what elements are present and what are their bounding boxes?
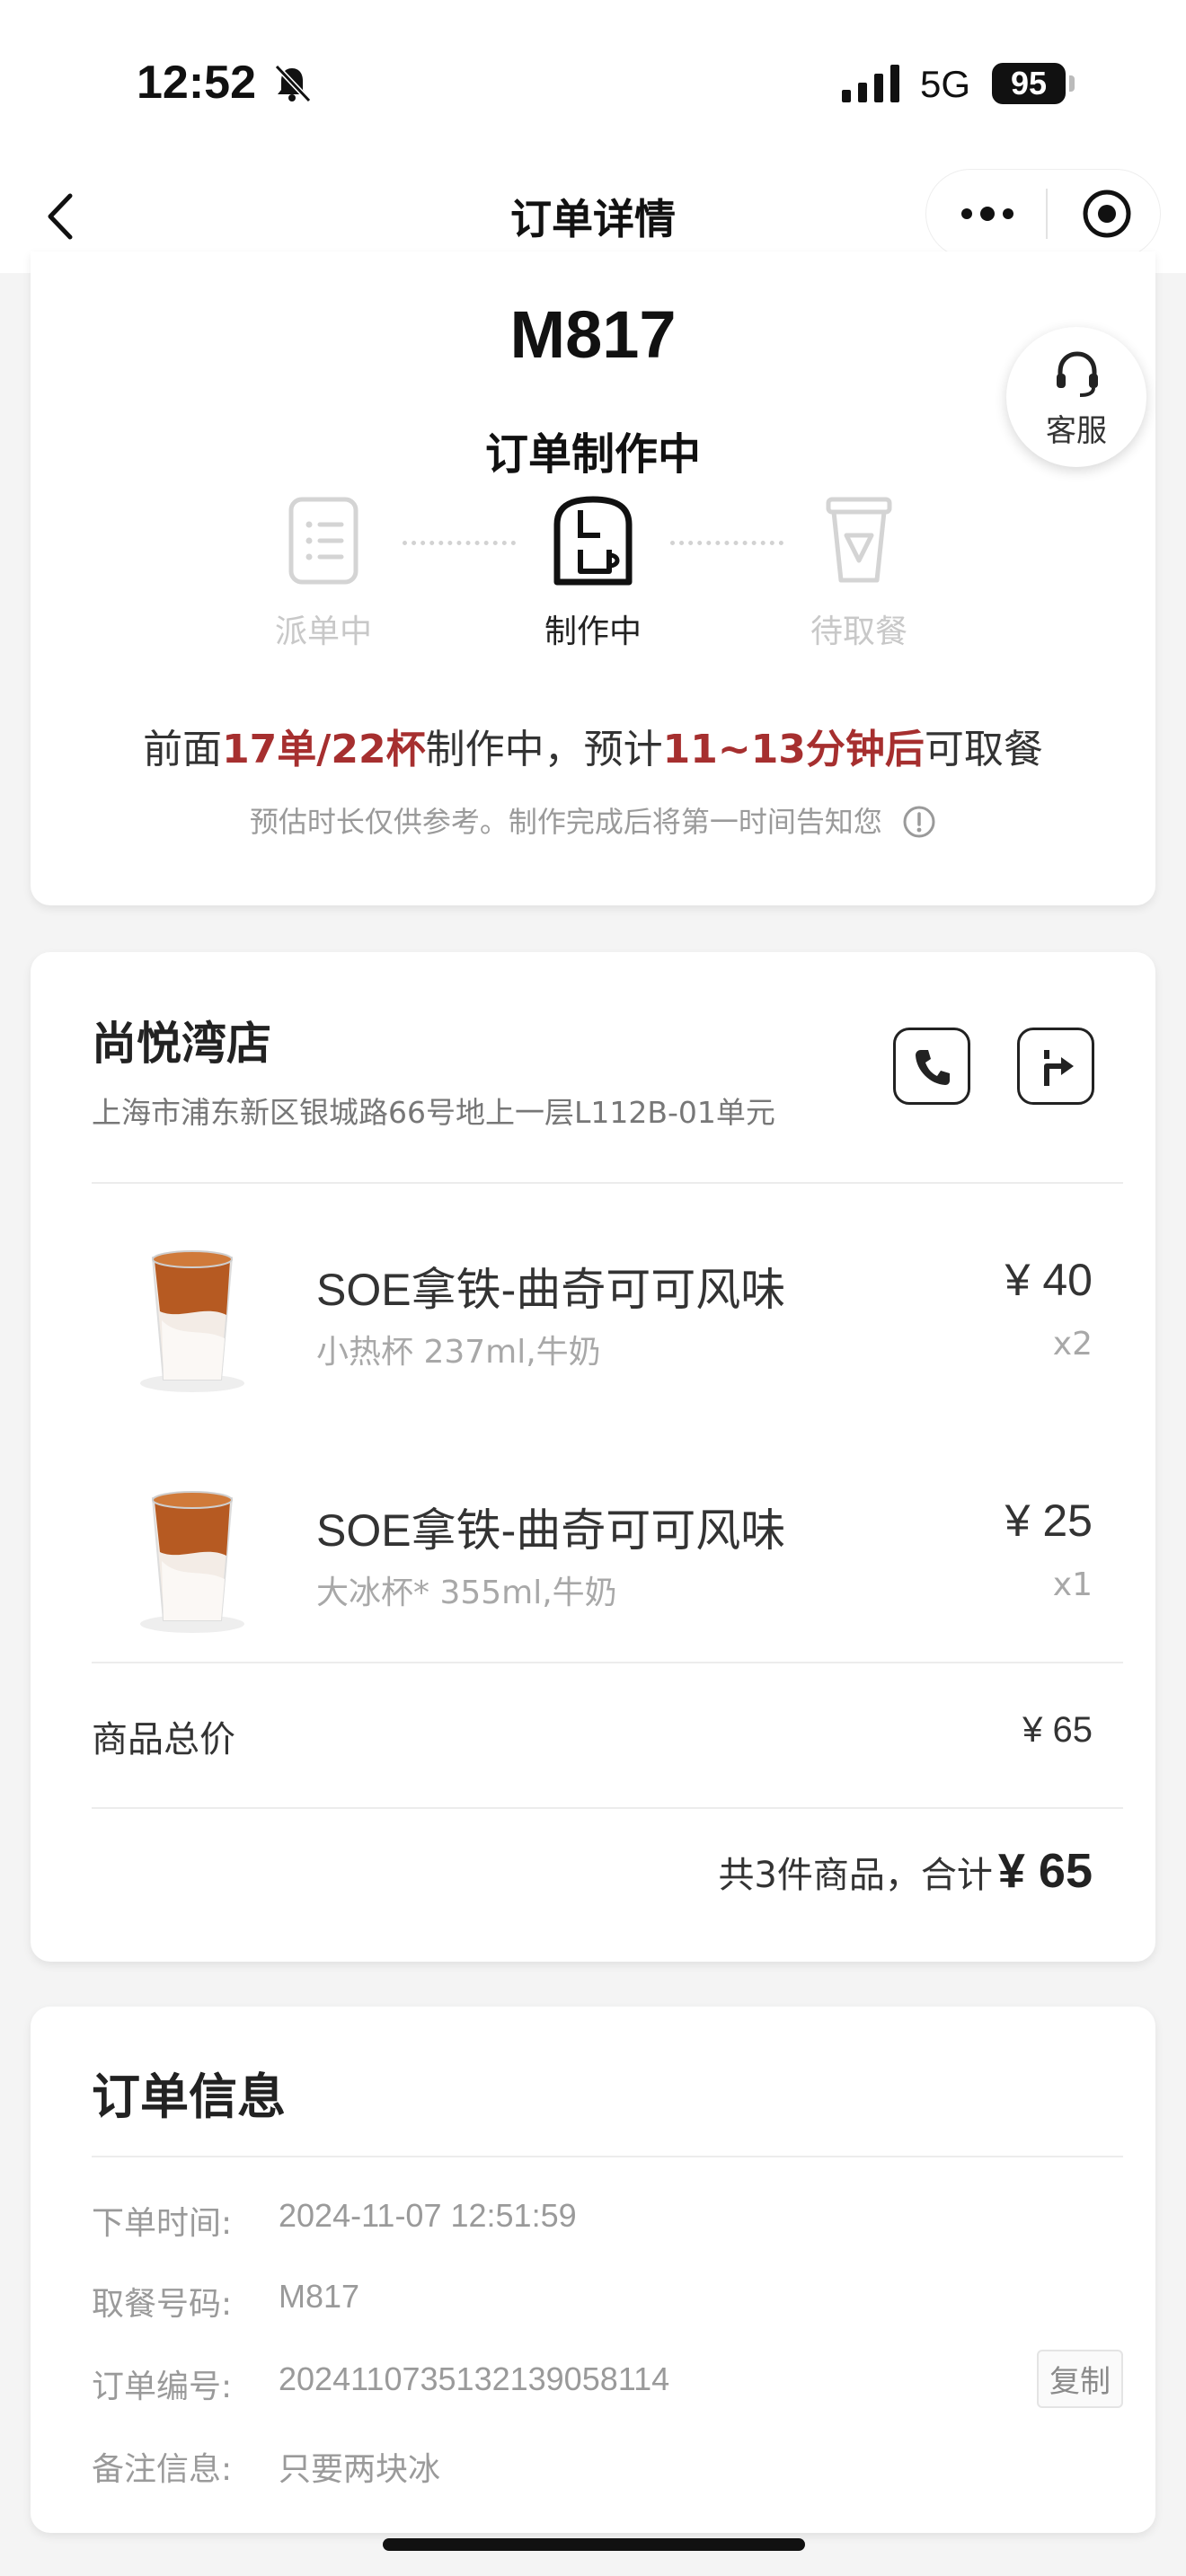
step-dispatching: 派单中 xyxy=(252,494,395,652)
order-time-row: 下单时间: 2024-11-07 12:51:59 xyxy=(92,2197,1123,2251)
item-qty: x2 xyxy=(1052,1326,1093,1363)
eta-queue: 17单/22杯 xyxy=(222,727,426,772)
step-connector xyxy=(670,541,783,545)
info-label: 下单时间: xyxy=(92,2205,233,2242)
order-info-card: 订单信息 下单时间: 2024-11-07 12:51:59 取餐号码: M81… xyxy=(31,2007,1155,2533)
store-address: 上海市浦东新区银城路66号地上一层L112B-01单元 xyxy=(92,1095,775,1130)
pickup-code: M817 xyxy=(509,297,677,372)
total-amount: ¥ 65 xyxy=(997,1844,1093,1898)
list-item[interactable]: SOE拿铁-曲奇可可风味 小热杯 237ml,牛奶 ¥ 40 x2 xyxy=(31,1222,1155,1419)
phone-icon xyxy=(916,1050,950,1085)
coffee-machine-icon xyxy=(553,496,633,586)
order-list-icon xyxy=(288,497,358,585)
status-title: 订单制作中 xyxy=(484,429,701,480)
info-icon[interactable] xyxy=(902,805,936,839)
eta-note: 预估时长仅供参考。制作完成后将第一时间告知您 xyxy=(31,799,1155,841)
network-label: 5G xyxy=(920,63,971,105)
copy-button[interactable]: 复制 xyxy=(1037,2350,1123,2408)
step-pickup: 待取餐 xyxy=(787,494,931,652)
battery-icon: 95 xyxy=(992,63,1066,104)
step-connector xyxy=(403,541,516,545)
order-number-row: 订单编号: 2024110735132139058114 复制 xyxy=(92,2350,1123,2414)
item-qty: x1 xyxy=(1052,1566,1093,1603)
navigate-button[interactable] xyxy=(1017,1028,1094,1105)
status-time: 12:52 xyxy=(137,57,256,109)
info-label: 备注信息: xyxy=(92,2451,233,2488)
item-spec: 大冰杯* 355ml,牛奶 xyxy=(316,1575,617,1611)
item-price: ¥ 40 xyxy=(1005,1255,1093,1305)
info-value: 2024-11-07 12:51:59 xyxy=(279,2197,577,2234)
order-status-card: M817 订单制作中 派单中 制作中 待取餐 前面17单/22杯制作中，预计11… xyxy=(31,251,1155,905)
order-info-title: 订单信息 xyxy=(92,2069,286,2125)
item-spec: 小热杯 237ml,牛奶 xyxy=(316,1334,601,1371)
item-name: SOE拿铁-曲奇可可风味 xyxy=(316,1265,786,1315)
info-label: 取餐号码: xyxy=(92,2286,233,2323)
headset-icon xyxy=(1057,351,1098,397)
total-prefix: 共3件商品，合计 xyxy=(718,1855,993,1896)
total-row: 共3件商品，合计 ¥ 65 xyxy=(718,1843,1093,1899)
step-making: 制作中 xyxy=(521,494,665,652)
pickup-number-row: 取餐号码: M817 xyxy=(92,2278,1123,2332)
eta-middle: 制作中，预计 xyxy=(425,727,663,772)
list-item[interactable]: SOE拿铁-曲奇可可风味 大冰杯* 355ml,牛奶 ¥ 25 x1 xyxy=(31,1462,1155,1660)
capsule-divider xyxy=(1046,189,1048,239)
step-label: 派单中 xyxy=(274,613,372,650)
home-indicator xyxy=(383,2538,805,2551)
service-label: 客服 xyxy=(1046,413,1107,449)
item-name: SOE拿铁-曲奇可可风味 xyxy=(316,1505,786,1556)
divider xyxy=(92,2156,1123,2157)
latte-image xyxy=(140,1491,244,1633)
info-value: M817 xyxy=(279,2278,360,2315)
call-store-button[interactable] xyxy=(893,1028,970,1105)
eta-prefix: 前面 xyxy=(143,727,223,772)
subtotal-label: 商品总价 xyxy=(92,1719,235,1760)
store-name: 尚悦湾店 xyxy=(92,1018,271,1070)
navigation-icon xyxy=(1044,1050,1074,1086)
eta-suffix: 可取餐 xyxy=(924,727,1043,772)
latte-image xyxy=(140,1250,244,1392)
step-label: 制作中 xyxy=(544,613,642,650)
divider xyxy=(92,1662,1123,1663)
item-price: ¥ 25 xyxy=(1005,1495,1093,1546)
status-bar: 12:52 5G 95 xyxy=(0,0,1186,162)
subtotal-value: ¥ 65 xyxy=(1022,1710,1093,1750)
divider xyxy=(92,1807,1123,1809)
info-value: 只要两块冰 xyxy=(279,2450,441,2487)
eta-line: 前面17单/22杯制作中，预计11~13分钟后可取餐 xyxy=(31,717,1155,774)
info-value: 2024110735132139058114 xyxy=(279,2360,670,2397)
bell-muted-icon xyxy=(274,64,312,103)
eta-note-text: 预估时长仅供参考。制作完成后将第一时间告知您 xyxy=(249,805,882,839)
info-label: 订单编号: xyxy=(92,2369,233,2405)
more-icon[interactable] xyxy=(956,196,1019,232)
store-card: 尚悦湾店 上海市浦东新区银城路66号地上一层L112B-01单元 SOE拿铁-曲… xyxy=(31,952,1155,1962)
signal-icon xyxy=(842,65,899,102)
customer-service-button[interactable]: 客服 xyxy=(1006,327,1146,467)
cup-icon xyxy=(826,497,892,583)
remark-row: 备注信息: 只要两块冰 xyxy=(92,2443,1123,2497)
divider xyxy=(92,1182,1123,1184)
eta-time: 11~13分钟后 xyxy=(662,727,925,772)
battery-nub xyxy=(1069,75,1075,92)
step-label: 待取餐 xyxy=(810,613,907,650)
close-target-icon[interactable] xyxy=(1078,185,1136,243)
